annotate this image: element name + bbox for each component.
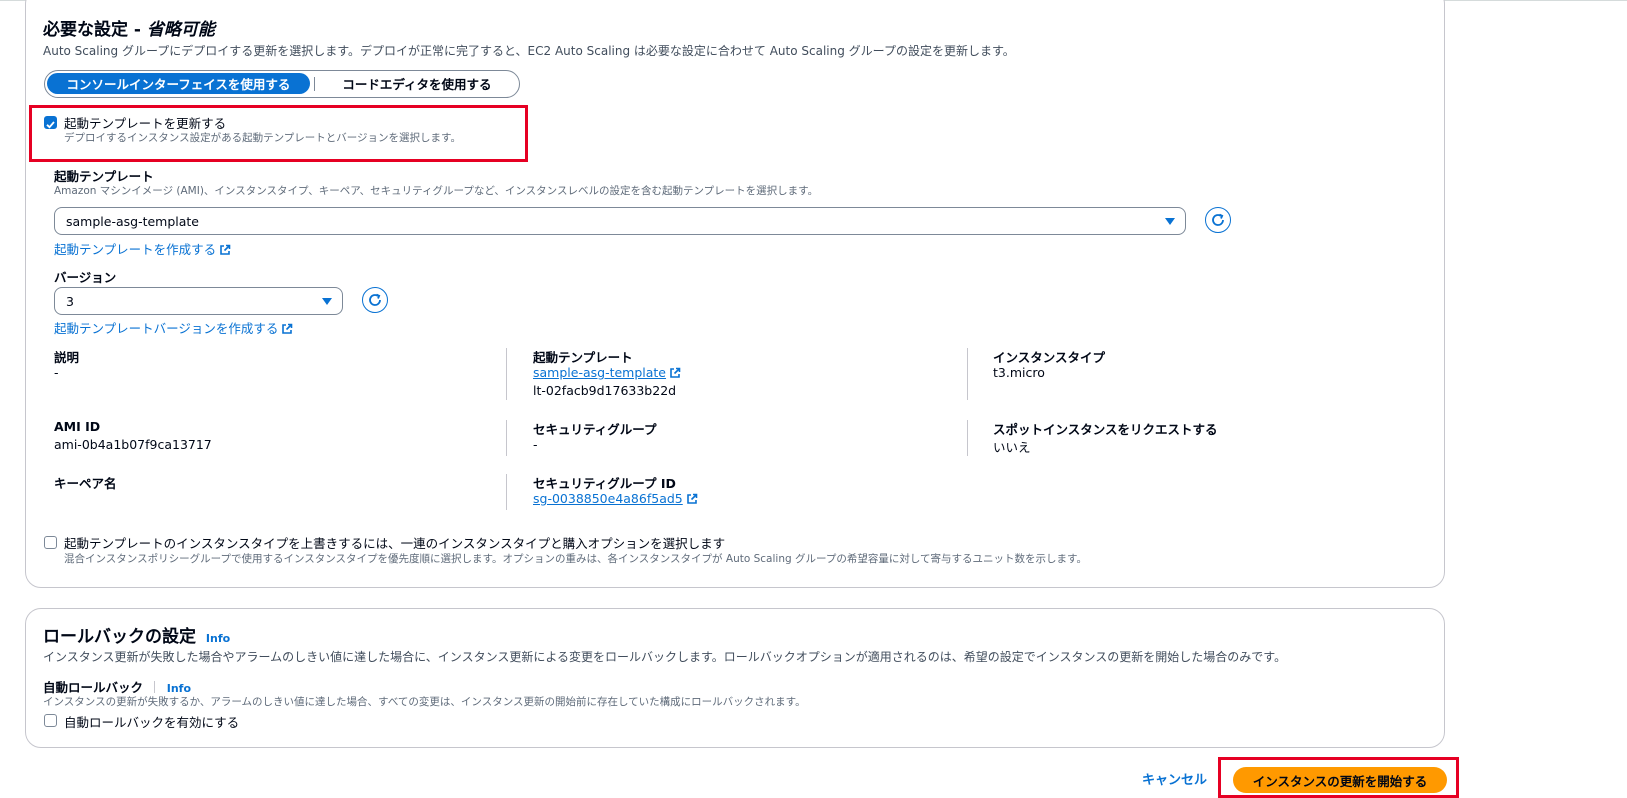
enable-auto-rollback-label: 自動ロールバックを有効にする [64, 715, 240, 730]
create-template-version-text: 起動テンプレートバージョンを作成する [54, 321, 279, 336]
detail-template-id: lt-02facb9d17633b22d [533, 383, 677, 398]
security-group-id-text: sg-0038850e4a86f5ad5 [533, 491, 683, 506]
refresh-templates-button[interactable] [1205, 207, 1231, 233]
highlight-update-template [29, 105, 528, 162]
override-instance-types-hint: 混合インスタンスポリシーグループで使用するインスタンスタイプを優先度順に選択しま… [64, 553, 1087, 565]
segment-separator [314, 77, 315, 91]
refresh-versions-button[interactable] [362, 287, 388, 313]
chevron-down-icon [322, 298, 332, 305]
launch-template-select[interactable]: sample-asg-template [54, 207, 1186, 235]
section-description: Auto Scaling グループにデプロイする更新を選択します。デプロイが正常… [43, 44, 1015, 58]
ami-id-value: ami-0b4a1b07f9ca13717 [54, 437, 212, 452]
required-settings-panel: 必要な設定 - 省略可能 Auto Scaling グループにデプロイする更新を… [25, 0, 1445, 588]
detail-template-link[interactable]: sample-asg-template [533, 365, 681, 380]
rollback-title-text: ロールバックの設定 [43, 627, 196, 647]
keypair-label: キーペア名 [54, 476, 117, 491]
column-divider [967, 420, 968, 456]
description-value: - [54, 365, 59, 380]
external-link-icon [670, 367, 681, 378]
version-select[interactable]: 3 [54, 287, 343, 315]
ami-id-label: AMI ID [54, 419, 101, 434]
override-instance-types-label: 起動テンプレートのインスタンスタイプを上書きするには、一連のインスタンスタイプと… [64, 536, 726, 551]
security-group-id-label: セキュリティグループ ID [533, 476, 676, 491]
rollback-settings-panel: ロールバックの設定 Info インスタンス更新が失敗した場合やアラームのしきい値… [25, 608, 1445, 748]
external-link-icon [282, 323, 293, 334]
launch-template-selected: sample-asg-template [66, 214, 200, 229]
spot-request-value: いいえ [993, 440, 1031, 455]
version-label: バージョン [54, 270, 117, 285]
create-template-version-link[interactable]: 起動テンプレートバージョンを作成する [54, 318, 293, 337]
spot-request-label: スポットインスタンスをリクエストする [993, 422, 1218, 437]
detail-template-link-text: sample-asg-template [533, 365, 667, 380]
description-label: 説明 [54, 350, 80, 365]
create-launch-template-link[interactable]: 起動テンプレートを作成する [54, 239, 231, 258]
security-group-label: セキュリティグループ [533, 422, 657, 437]
external-link-icon [686, 493, 698, 504]
external-link-icon [220, 244, 231, 255]
code-editor-tab[interactable]: コードエディタを使用する [319, 73, 515, 94]
column-divider [506, 420, 507, 456]
auto-rollback-hint: インスタンスの更新が失敗するか、アラームのしきい値に達した場合、すべての変更は、… [43, 696, 806, 708]
section-title-optional: 省略可能 [146, 20, 215, 40]
security-group-id-link[interactable]: sg-0038850e4a86f5ad5 [533, 491, 698, 506]
launch-template-description: Amazon マシンイメージ (AMI)、インスタンスタイプ、キーペア、セキュリ… [54, 185, 819, 197]
create-launch-template-text: 起動テンプレートを作成する [54, 242, 217, 257]
column-divider [506, 348, 507, 400]
section-title: 必要な設定 - 省略可能 [43, 15, 215, 40]
refresh-icon [1212, 213, 1224, 226]
mode-segmented-control: コンソールインターフェイスを使用する コードエディタを使用する [44, 70, 520, 98]
version-selected: 3 [66, 294, 74, 309]
console-interface-tab[interactable]: コンソールインターフェイスを使用する [47, 73, 310, 94]
cancel-button[interactable]: キャンセル [1142, 769, 1207, 788]
column-divider [506, 474, 507, 510]
enable-auto-rollback-checkbox[interactable] [44, 714, 57, 727]
auto-rollback-label: 自動ロールバック [43, 680, 144, 695]
label-divider [154, 681, 156, 693]
instance-type-label: インスタンスタイプ [993, 350, 1106, 365]
column-divider [967, 348, 968, 400]
section-title-main: 必要な設定 - [43, 20, 147, 40]
rollback-info-link[interactable]: Info [206, 632, 230, 645]
override-instance-types-checkbox[interactable] [44, 536, 57, 549]
highlight-start-button [1218, 757, 1459, 798]
chevron-down-icon [1165, 218, 1175, 225]
detail-template-label: 起動テンプレート [533, 350, 633, 365]
instance-type-value: t3.micro [993, 365, 1045, 380]
rollback-title: ロールバックの設定 Info [43, 622, 230, 647]
refresh-icon [369, 293, 381, 306]
rollback-description: インスタンス更新が失敗した場合やアラームのしきい値に達した場合に、インスタンス更… [43, 650, 1287, 664]
security-group-value: - [533, 437, 538, 452]
